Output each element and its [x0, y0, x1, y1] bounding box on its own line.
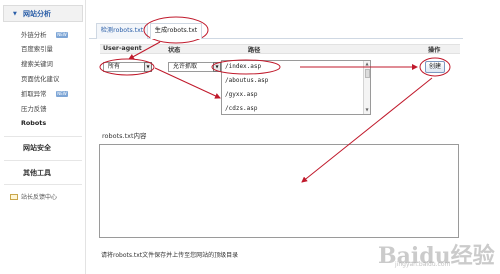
tab-check-robots[interactable]: 检测robots.txt: [96, 23, 148, 39]
new-badge: NEW: [56, 32, 68, 38]
sidebar: ▼ 网站分析 外链分析 NEW 百度索引量 搜索关键词 页面优化建议 抓取异常 …: [0, 0, 86, 274]
chevron-down-icon[interactable]: ▼: [144, 62, 152, 72]
tab-generate-robots[interactable]: 生成robots.txt: [150, 23, 202, 39]
sidebar-divider: [4, 184, 82, 185]
upload-hint: 请将robots.txt文件保存并上传至您网站的顶级目录: [101, 252, 239, 259]
header-status: 状态: [168, 47, 181, 54]
sidebar-item-robots[interactable]: Robots: [21, 119, 46, 127]
sidebar-group-other-tools[interactable]: 其他工具: [23, 168, 51, 178]
sidebar-item-page-optimization[interactable]: 页面优化建议: [21, 74, 59, 83]
table-header-row: [100, 44, 460, 54]
sidebar-section-title: 网站分析: [23, 10, 51, 18]
new-badge: NEW: [56, 91, 68, 97]
sidebar-section-header[interactable]: ▼ 网站分析: [3, 5, 83, 22]
feedback-center-link[interactable]: 站长反馈中心: [10, 192, 57, 201]
sidebar-item-baidu-index[interactable]: 百度索引量: [21, 44, 53, 53]
path-list[interactable]: /index.asp /aboutus.asp /gyxx.asp /cdzs.…: [221, 60, 371, 115]
path-item[interactable]: /aboutus.asp: [225, 77, 268, 84]
header-user-agent: User-agent: [103, 45, 142, 52]
scrollbar-thumb[interactable]: [365, 69, 370, 78]
path-item[interactable]: /index.asp: [225, 63, 261, 70]
feedback-icon: [10, 194, 18, 200]
path-item[interactable]: /cdzs.asp: [225, 105, 258, 112]
robots-content-textarea[interactable]: [99, 144, 459, 238]
sidebar-group-security[interactable]: 网站安全: [23, 143, 51, 153]
path-list-scrollbar[interactable]: ▲ ▼: [363, 61, 370, 114]
status-select[interactable]: 允许抓取: [168, 62, 214, 72]
robots-content-title: robots.txt内容: [102, 132, 147, 140]
path-item[interactable]: /gyxx.asp: [225, 91, 258, 98]
feedback-label: 站长反馈中心: [21, 194, 58, 201]
scroll-down-icon[interactable]: ▼: [364, 107, 370, 112]
header-path: 路径: [248, 47, 261, 54]
annotation-arrow: [154, 67, 221, 99]
sidebar-item-crawl-errors[interactable]: 抓取异常: [21, 89, 47, 98]
sidebar-divider: [4, 160, 82, 161]
scroll-up-icon[interactable]: ▲: [364, 61, 370, 66]
watermark-url: jingyan.baidu.com: [395, 261, 451, 268]
collapse-triangle-icon: ▼: [13, 11, 17, 17]
sidebar-item-search-keywords[interactable]: 搜索关键词: [21, 59, 53, 68]
create-button[interactable]: 创建: [425, 61, 445, 73]
sidebar-item-external-links[interactable]: 外链分析: [21, 30, 47, 39]
sidebar-item-pressure-feedback[interactable]: 压力反馈: [21, 104, 47, 113]
header-action: 操作: [428, 47, 441, 54]
sidebar-divider: [4, 136, 82, 137]
user-agent-select[interactable]: 所有: [103, 62, 145, 72]
chevron-down-icon[interactable]: ▼: [213, 62, 221, 72]
